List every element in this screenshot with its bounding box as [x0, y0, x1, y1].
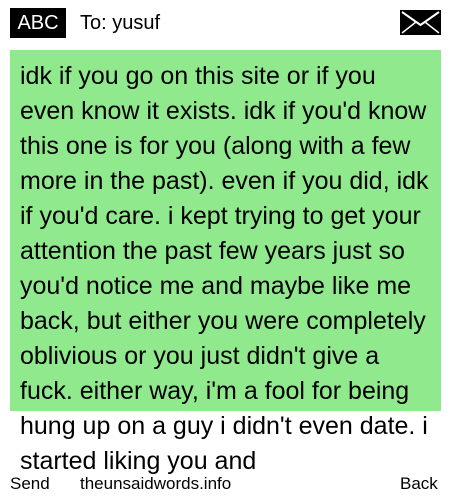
softkey-bar: Send theunsaidwords.info Back — [0, 472, 450, 500]
envelope-icon-graphic — [400, 10, 441, 35]
envelope-icon — [400, 10, 441, 35]
input-mode-indicator: ABC — [10, 8, 66, 38]
site-url: theunsaidwords.info — [80, 474, 232, 493]
message-body[interactable]: idk if you go on this site or if you eve… — [20, 59, 436, 479]
recipient-name: yusuf — [112, 12, 161, 34]
to-label: To: — [80, 12, 107, 34]
send-button[interactable]: Send — [10, 472, 50, 496]
message-header: ABC To: yusuf — [0, 0, 450, 48]
message-composer[interactable]: idk if you go on this site or if you eve… — [10, 50, 441, 500]
back-button[interactable]: Back — [400, 472, 438, 496]
recipient-line: To: yusuf — [80, 9, 160, 37]
